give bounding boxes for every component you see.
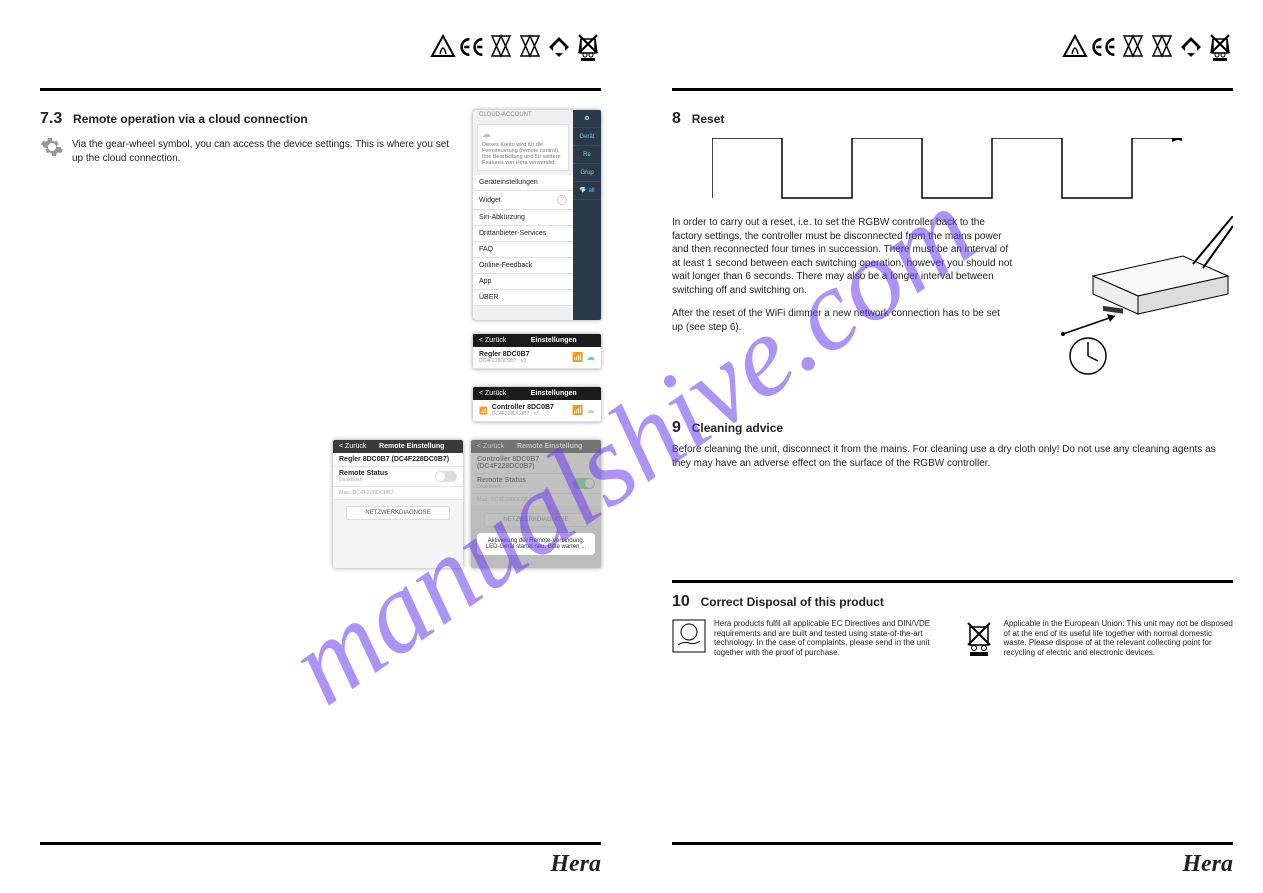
network-diag-button[interactable]: NETZWERKDIAGNOSE bbox=[346, 506, 450, 520]
menu-item-thirdparty[interactable]: Drittanbieter-Services bbox=[473, 226, 573, 242]
bottom-rule bbox=[672, 842, 1233, 845]
brand-logo: Hera bbox=[550, 851, 601, 878]
settings-title: Einstellungen bbox=[512, 337, 595, 344]
section-title: Remote operation via a cloud connection bbox=[73, 112, 308, 126]
rcm-icon bbox=[1062, 32, 1088, 62]
reset-waveform-diagram bbox=[712, 138, 1233, 208]
section8-title: Reset bbox=[692, 112, 725, 126]
hand-globe-icon bbox=[672, 619, 706, 653]
side-device[interactable]: Gerät bbox=[573, 128, 601, 146]
menu-item-app[interactable]: App bbox=[473, 274, 573, 290]
device-row[interactable]: Regler 8DC0B7DC4F228DC0B7 · v3 📶 ☁ bbox=[473, 347, 601, 369]
disposal-col1-text: Hera products fulfil all applicable EC D… bbox=[714, 619, 944, 657]
page-left: 7.3 Remote operation via a cloud connect… bbox=[0, 0, 631, 893]
ce-icon bbox=[459, 32, 485, 62]
double-triangle-icon bbox=[488, 32, 514, 62]
phone-settings-regler: < Zurück Einstellungen Regler 8DC0B7DC4F2… bbox=[473, 334, 601, 369]
side-all[interactable]: 💎 all bbox=[573, 182, 601, 200]
section9-para: Before cleaning the unit, disconnect it … bbox=[672, 443, 1233, 470]
section9-num: 9 bbox=[672, 419, 681, 436]
weee-icon bbox=[575, 32, 601, 62]
left-content: 7.3 Remote operation via a cloud connect… bbox=[40, 110, 601, 568]
side-panel: ⚙ Gerät Re Grup 💎 all bbox=[573, 110, 601, 320]
section-number: 7.3 bbox=[40, 110, 62, 127]
indoor-icon bbox=[1178, 32, 1204, 62]
controller-illustration bbox=[1033, 216, 1233, 389]
back-button[interactable]: < Zurück bbox=[339, 443, 366, 450]
bottom-rule bbox=[40, 842, 601, 845]
mid-rule bbox=[672, 580, 1233, 583]
weee-bin-icon bbox=[962, 619, 996, 653]
menu-item-faq[interactable]: FAQ bbox=[473, 242, 573, 258]
side-group[interactable]: Grup bbox=[573, 164, 601, 182]
back-button[interactable]: < Zurück bbox=[479, 337, 506, 344]
page-right: 8 Reset In order to carry out a reset, i… bbox=[632, 0, 1263, 893]
cert-icons-row bbox=[1062, 32, 1233, 62]
cloud-description: ☁ Dieses Konto wird für die Fernsteuerun… bbox=[477, 124, 569, 171]
right-content: 8 Reset In order to carry out a reset, i… bbox=[672, 110, 1233, 657]
ce-icon bbox=[1091, 32, 1117, 62]
top-rule bbox=[40, 88, 601, 91]
section9-title: Cleaning advice bbox=[692, 421, 783, 435]
phone-remote-on: < ZurückRemote Einstellung Controller 8D… bbox=[471, 440, 601, 568]
phone-settings-menu: CLOUD-ACCOUNT ☁ Dieses Konto wird für di… bbox=[473, 110, 601, 320]
double-triangle-icon-2 bbox=[517, 32, 543, 62]
weee-icon bbox=[1207, 32, 1233, 62]
menu-item-about[interactable]: ÜBER bbox=[473, 290, 573, 306]
remote-toggle-off[interactable] bbox=[435, 471, 457, 482]
brand-logo: Hera bbox=[1182, 851, 1233, 878]
indoor-icon bbox=[546, 32, 572, 62]
menu-item-device-settings[interactable]: Geräteinstellungen bbox=[473, 175, 573, 191]
back-button[interactable]: < Zurück bbox=[479, 390, 506, 397]
section8-para1: In order to carry out a reset, i.e. to s… bbox=[672, 216, 1013, 297]
device-header: Regler 8DC0B7 (DC4F228DC0B7) bbox=[333, 453, 463, 467]
section10-title: Correct Disposal of this product bbox=[701, 595, 884, 609]
disposal-col2-text: Applicable in the European Union: This u… bbox=[1004, 619, 1234, 657]
cloud-section-label: CLOUD-ACCOUNT bbox=[473, 110, 573, 120]
menu-item-feedback[interactable]: Online-Feedback bbox=[473, 258, 573, 274]
section8-para2: After the reset of the WiFi dimmer a new… bbox=[672, 307, 1013, 334]
phone-settings-controller: < Zurück Einstellungen 📶Controller 8DC0B7… bbox=[473, 387, 601, 422]
device-row[interactable]: 📶Controller 8DC0B7DC4F228DC0B7 · v3 📶 ☁ bbox=[473, 400, 601, 422]
section-para: Via the gear-wheel symbol, you can acces… bbox=[72, 138, 455, 165]
cert-icons-row bbox=[430, 32, 601, 62]
menu-item-siri[interactable]: Siri-Abkürzung bbox=[473, 210, 573, 226]
activation-popup: Aktivierung der Remote-Verbindung. LED-G… bbox=[477, 533, 595, 555]
gear-icon bbox=[40, 135, 64, 164]
phone-remote-off: < ZurückRemote Einstellung Regler 8DC0B7… bbox=[333, 440, 463, 568]
remote-status-row[interactable]: Remote StatusDeaktiviert bbox=[333, 467, 463, 487]
side-remote[interactable]: Re bbox=[573, 146, 601, 164]
rcm-icon bbox=[430, 32, 456, 62]
menu-item-widget[interactable]: Widget? bbox=[473, 191, 573, 210]
double-triangle-icon bbox=[1120, 32, 1146, 62]
section10-num: 10 bbox=[672, 593, 690, 610]
mac-row: Mac: DC4F228DC0B7 bbox=[333, 487, 463, 500]
settings-title: Einstellungen bbox=[512, 390, 595, 397]
side-gear-icon[interactable]: ⚙ bbox=[573, 110, 601, 128]
section8-num: 8 bbox=[672, 110, 681, 127]
top-rule bbox=[672, 88, 1233, 91]
double-triangle-icon-2 bbox=[1149, 32, 1175, 62]
